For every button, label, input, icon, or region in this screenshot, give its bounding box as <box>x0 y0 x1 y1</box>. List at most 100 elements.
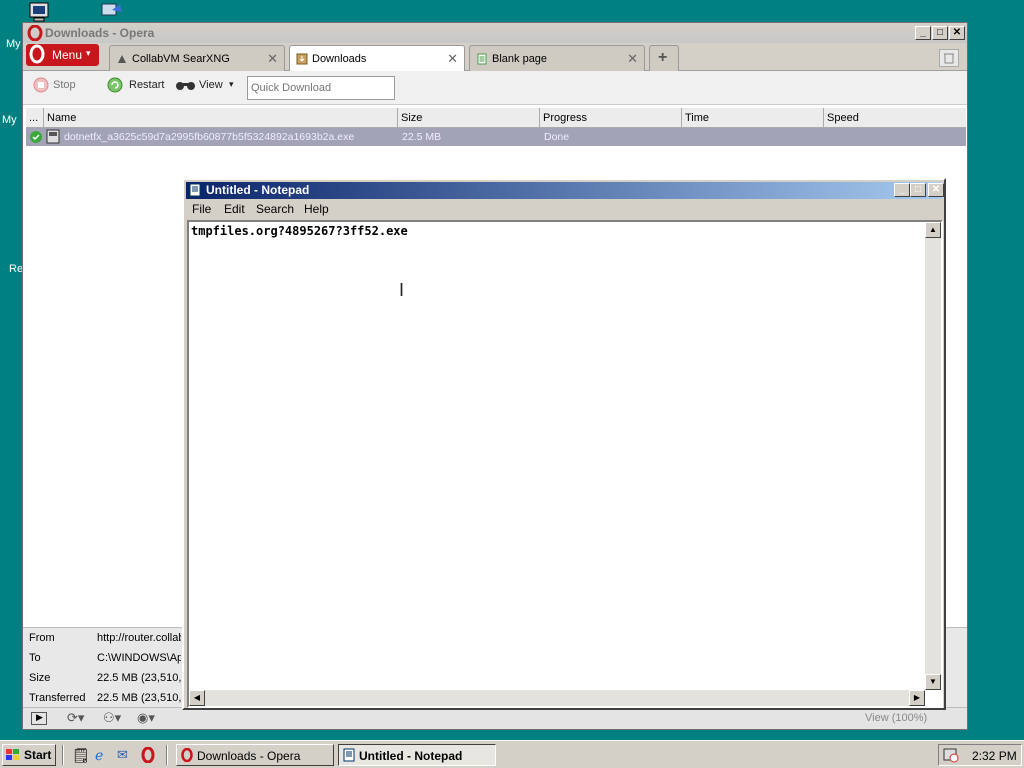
minimize-button[interactable]: _ <box>915 26 931 40</box>
trash-button[interactable] <box>939 49 959 67</box>
downloads-toolbar: Stop Restart View ▾ <box>23 71 967 105</box>
maximize-button[interactable]: □ <box>932 26 948 40</box>
opera-title-bar[interactable]: Downloads - Opera _ □ ✕ <box>23 23 967 43</box>
notepad-window: Untitled - Notepad _ □ ✕ File Edit Searc… <box>182 178 946 710</box>
menu-help[interactable]: Help <box>304 202 329 216</box>
notepad-window-title: Untitled - Notepad <box>206 183 310 197</box>
start-label: Start <box>24 748 52 762</box>
zoom-label[interactable]: View (100%) <box>865 712 927 724</box>
checkmark-icon <box>30 131 42 143</box>
restart-label: Restart <box>129 79 165 91</box>
opera-o-icon <box>29 44 45 64</box>
sync-icon[interactable]: ⟳▾ <box>67 710 84 726</box>
system-tray: 2:32 PM <box>938 744 1022 766</box>
desktop-icon-network[interactable] <box>98 2 122 24</box>
column-header-status[interactable]: ... <box>26 108 44 128</box>
download-icon <box>296 53 308 65</box>
trash-icon <box>944 53 954 64</box>
taskbar-item-label: Untitled - Notepad <box>359 749 463 763</box>
clock[interactable]: 2:32 PM <box>972 749 1017 763</box>
text-cursor-icon: I <box>399 280 405 300</box>
download-name: dotnetfx_a3625c59d7a2995fb60877b5f532489… <box>64 131 355 143</box>
column-header-time[interactable]: Time <box>682 108 824 128</box>
notepad-icon <box>189 183 201 197</box>
chevron-down-icon: ▾ <box>86 48 91 58</box>
close-button[interactable]: ✕ <box>949 26 965 40</box>
tab-blank-page[interactable]: Blank page ✕ <box>469 45 645 71</box>
scroll-up-icon[interactable]: ▲ <box>925 222 941 238</box>
opera-window-title: Downloads - Opera <box>45 26 155 40</box>
notepad-content: tmpfiles.org?4895267?3ff52.exe <box>191 224 408 238</box>
taskbar-item-label: Downloads - Opera <box>197 749 301 763</box>
quick-download-input[interactable] <box>247 76 395 100</box>
details-to-label: To <box>29 652 41 664</box>
tab-collabvm-searxng[interactable]: CollabVM SearXNG ✕ <box>109 45 285 71</box>
scroll-left-icon[interactable]: ◀ <box>189 690 205 706</box>
taskbar-item-notepad[interactable]: Untitled - Notepad <box>338 744 496 766</box>
opera-status-bar: ▶ ⟳▾ ⚇▾ ◉▾ View (100%) <box>23 707 967 729</box>
scroll-right-icon[interactable]: ▶ <box>909 690 925 706</box>
download-size: 22.5 MB <box>402 131 442 143</box>
desktop-label-my-documents: My <box>2 114 17 126</box>
opera-logo-icon <box>181 748 193 762</box>
menu-search[interactable]: Search <box>256 202 294 216</box>
minimize-button[interactable]: _ <box>894 183 910 197</box>
column-header-size[interactable]: Size <box>398 108 540 128</box>
opera-menu-button[interactable]: Menu ▾ <box>26 44 99 66</box>
exe-file-icon <box>46 129 60 144</box>
tab-label: Downloads <box>312 53 367 65</box>
table-row[interactable]: dotnetfx_a3625c59d7a2995fb60877b5f532489… <box>26 128 966 146</box>
opera-menu-label: Menu <box>52 48 83 62</box>
column-header-name[interactable]: Name <box>44 108 398 128</box>
scroll-down-icon[interactable]: ▼ <box>925 674 941 690</box>
notepad-text-area[interactable]: tmpfiles.org?4895267?3ff52.exe I ▲ ▼ ◀ ▶ <box>187 220 943 708</box>
tab-close-icon[interactable]: ✕ <box>267 51 278 67</box>
menu-file[interactable]: File <box>192 202 211 216</box>
start-button[interactable]: Start <box>2 744 56 766</box>
tab-label: CollabVM SearXNG <box>132 53 230 65</box>
restart-icon <box>107 77 123 93</box>
notepad-menu-bar: File Edit Search Help <box>186 200 942 219</box>
outlook-icon[interactable]: ✉ <box>117 747 128 763</box>
tab-close-icon[interactable]: ✕ <box>447 51 458 67</box>
panel-toggle-button[interactable]: ▶ <box>31 712 47 725</box>
horizontal-scrollbar[interactable]: ◀ ▶ <box>189 690 925 706</box>
maximize-button[interactable]: □ <box>910 183 926 197</box>
desktop-icon-my-computer[interactable] <box>28 2 50 24</box>
vertical-scrollbar[interactable]: ▲ ▼ <box>925 222 941 690</box>
stop-label: Stop <box>53 79 76 91</box>
downloads-table-header: ... Name Size Progress Time Speed <box>26 108 966 128</box>
desktop-label-my-computer: My <box>6 38 21 50</box>
taskbar-item-opera[interactable]: Downloads - Opera <box>176 744 334 766</box>
details-from-label: From <box>29 632 55 644</box>
details-transferred-value: 22.5 MB (23,510, <box>97 692 181 704</box>
menu-edit[interactable]: Edit <box>224 202 245 216</box>
opera-launch-icon[interactable] <box>140 747 156 763</box>
notepad-icon <box>343 748 355 762</box>
taskbar-divider <box>166 745 168 765</box>
taskbar: Start 🗒 ℯ ✉ Downloads - Opera Untitled -… <box>0 740 1024 768</box>
close-button[interactable]: ✕ <box>928 183 944 197</box>
page-icon <box>477 53 487 65</box>
column-header-speed[interactable]: Speed <box>824 108 966 128</box>
download-progress: Done <box>544 131 570 143</box>
tab-close-icon[interactable]: ✕ <box>627 51 638 67</box>
desktop-label-recycle-bin: Re <box>9 263 24 275</box>
desktop-icon[interactable]: 🗒 <box>72 747 90 764</box>
share-icon[interactable]: ⚇▾ <box>103 710 121 726</box>
column-header-progress[interactable]: Progress <box>540 108 682 128</box>
opera-logo-icon <box>27 25 43 41</box>
tab-downloads[interactable]: Downloads ✕ <box>289 45 465 72</box>
details-from-value[interactable]: http://router.collab <box>97 632 181 644</box>
opera-tab-bar: Menu ▾ CollabVM SearXNG ✕ Downloads ✕ Bl… <box>23 43 967 72</box>
new-tab-button[interactable]: + <box>649 45 679 71</box>
notepad-title-bar[interactable]: Untitled - Notepad _ □ ✕ <box>186 182 944 199</box>
chevron-down-icon: ▾ <box>229 79 234 89</box>
details-to-value[interactable]: C:\WINDOWS\Ap <box>97 652 181 664</box>
ie-icon[interactable]: ℯ <box>95 747 103 764</box>
unite-icon[interactable]: ◉▾ <box>137 710 155 726</box>
scheduler-icon[interactable] <box>943 747 959 763</box>
binoculars-icon <box>176 82 195 90</box>
view-label: View <box>199 79 223 91</box>
windows-logo-icon <box>6 749 19 760</box>
